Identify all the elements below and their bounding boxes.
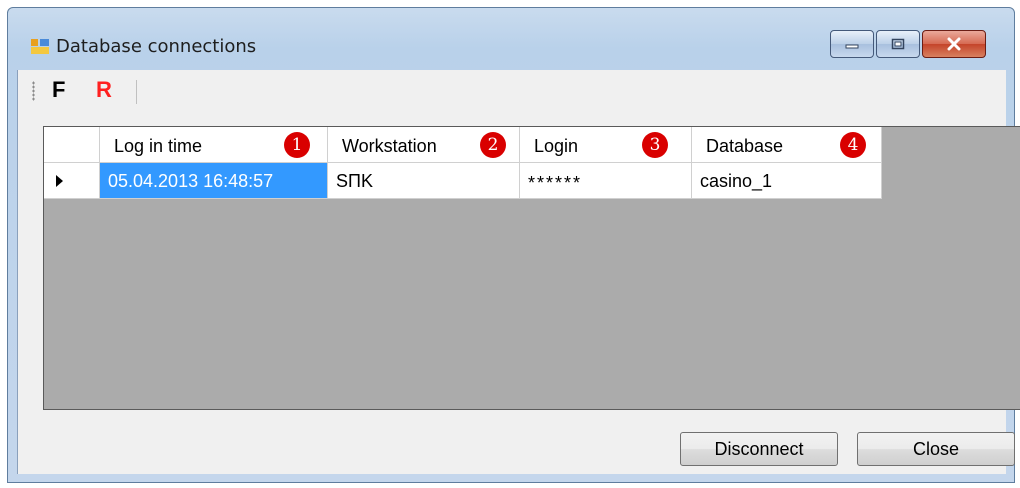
cell-database[interactable]: casino_1 <box>692 163 882 199</box>
maximize-button[interactable] <box>876 30 920 58</box>
cell-value: 05.04.2013 16:48:57 <box>108 171 274 191</box>
current-row-arrow-icon <box>56 175 63 187</box>
callout-badge: 4 <box>840 132 866 158</box>
column-header-log-in-time[interactable]: Log in time 1 <box>100 127 328 163</box>
toolbar-separator <box>136 80 137 104</box>
database-connections-window: Database connections F R Log in time 1 W… <box>7 7 1020 483</box>
callout-badge: 1 <box>284 132 310 158</box>
toolbar: F R <box>18 70 1006 110</box>
window-title: Database connections <box>56 36 257 57</box>
callout-badge: 2 <box>480 132 506 158</box>
close-window-button[interactable] <box>922 30 986 58</box>
close-button[interactable]: Close <box>857 432 1015 466</box>
toolbar-f-button[interactable]: F <box>52 77 65 103</box>
cell-value: ****** <box>528 173 583 193</box>
column-header-database[interactable]: Database 4 <box>692 127 882 163</box>
column-header-login[interactable]: Login 3 <box>520 127 692 163</box>
grid-header: Log in time 1 Workstation 2 Login 3 Data… <box>44 127 882 163</box>
toolbar-grip[interactable] <box>32 81 35 101</box>
close-icon <box>947 37 961 51</box>
row-header[interactable] <box>44 163 100 199</box>
cell-value: casino_1 <box>700 171 773 191</box>
column-header-label: Login <box>534 136 579 156</box>
minimize-icon <box>845 44 859 49</box>
maximize-icon <box>891 38 905 50</box>
column-header-label: Database <box>706 136 784 156</box>
cell-log-in-time[interactable]: 05.04.2013 16:48:57 <box>100 163 328 199</box>
cell-workstation[interactable]: SПK <box>328 163 520 199</box>
cell-value: SПK <box>336 171 373 191</box>
window-app-icon <box>31 39 49 54</box>
disconnect-button[interactable]: Disconnect <box>680 432 838 466</box>
title-bar[interactable]: Database connections <box>8 8 1014 58</box>
minimize-button[interactable] <box>830 30 874 58</box>
callout-badge: 3 <box>642 132 668 158</box>
column-header-label: Workstation <box>342 136 437 156</box>
column-header-workstation[interactable]: Workstation 2 <box>328 127 520 163</box>
connections-grid[interactable]: Log in time 1 Workstation 2 Login 3 Data… <box>43 126 1020 410</box>
row-header-corner <box>44 127 100 163</box>
table-row[interactable]: 05.04.2013 16:48:57 SПK ****** casino_1 <box>44 163 882 199</box>
client-area: F R Log in time 1 Workstation 2 Login 3 <box>17 70 1020 474</box>
toolbar-r-button[interactable]: R <box>96 77 112 103</box>
cell-login[interactable]: ****** <box>520 163 692 199</box>
column-header-label: Log in time <box>114 136 203 156</box>
